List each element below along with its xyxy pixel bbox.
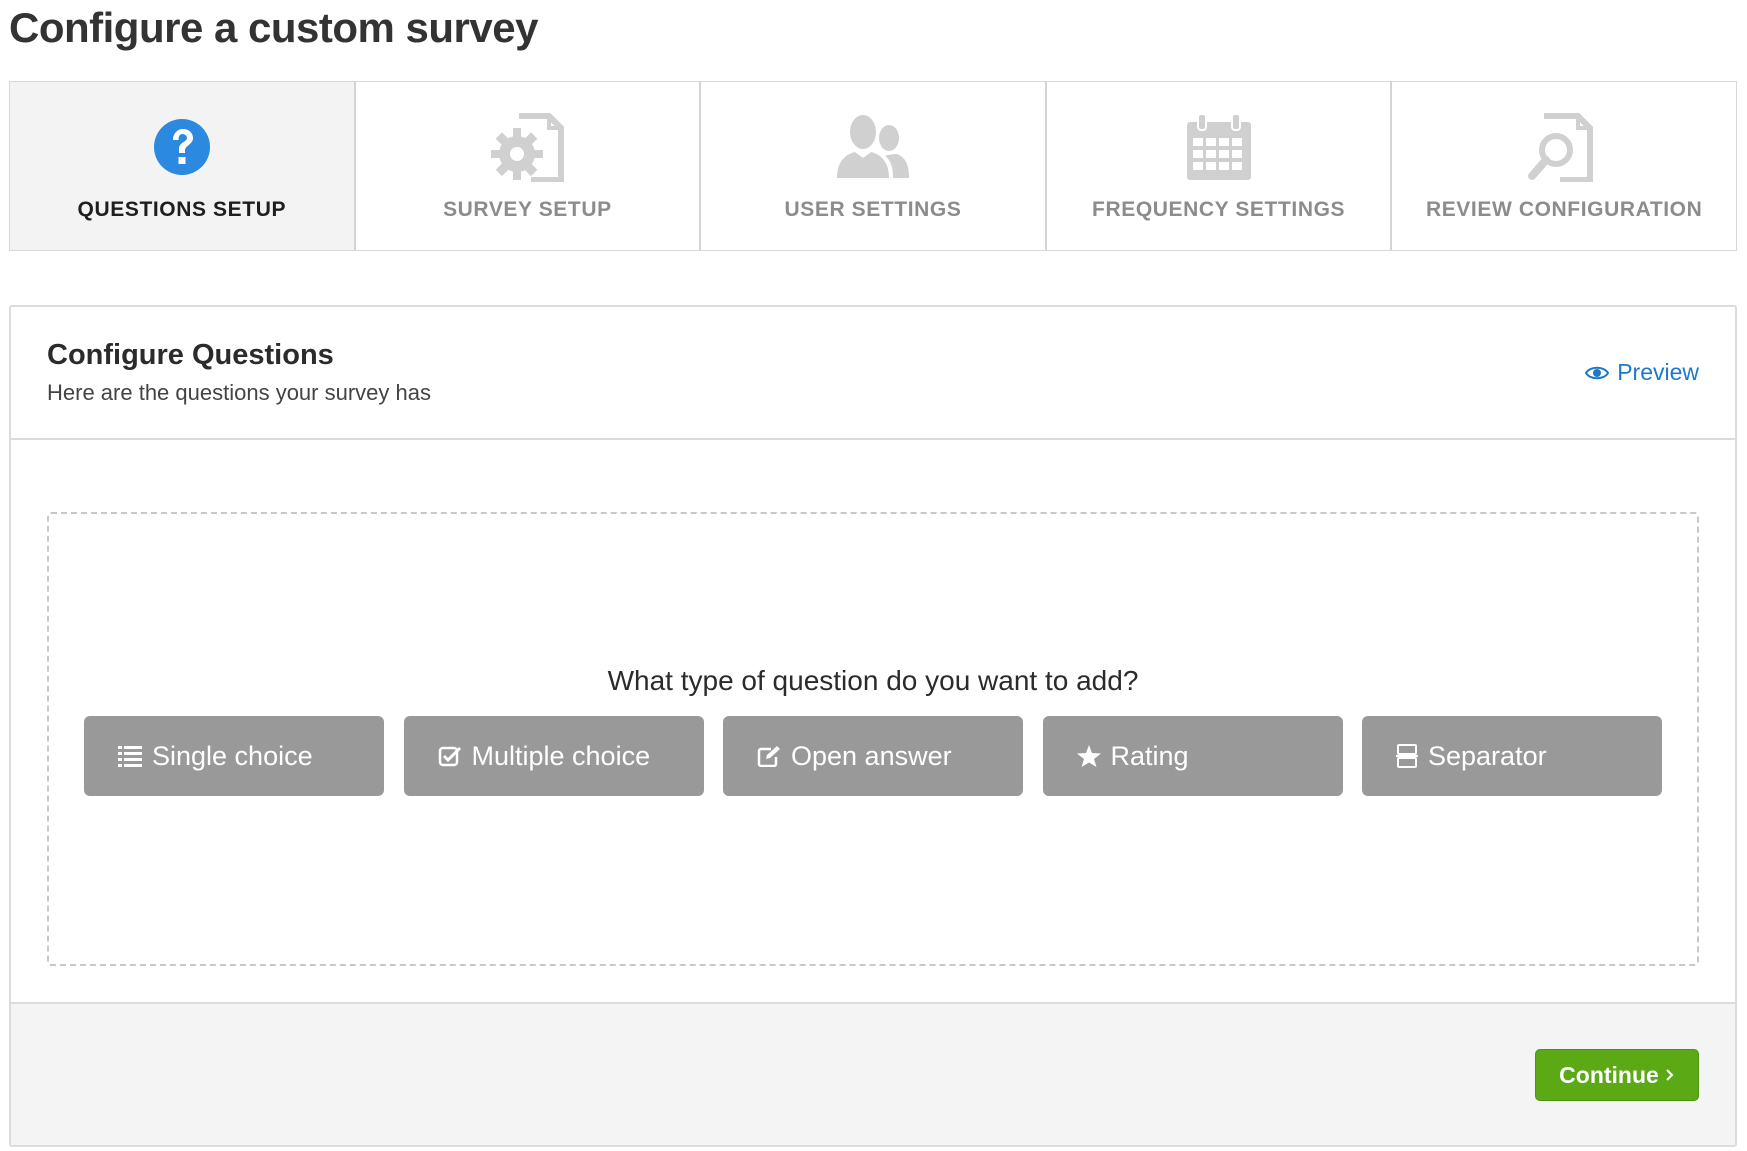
gear-document-icon	[487, 112, 567, 182]
step-label: REVIEW CONFIGURATION	[1425, 198, 1703, 221]
panel-title: Configure Questions	[47, 339, 334, 371]
rating-label: Rating	[1110, 740, 1189, 771]
chevron-right-icon	[1666, 1069, 1674, 1081]
question-circle-icon	[142, 112, 222, 182]
wizard-steps: QUESTIONS SETUP SURVEY SETUP USER SETTIN…	[9, 81, 1737, 251]
continue-label: Continue	[1559, 1061, 1659, 1088]
question-dropzone: What type of question do you want to add…	[47, 512, 1699, 966]
step-survey-setup[interactable]: SURVEY SETUP	[353, 82, 700, 250]
multiple-choice-label: Multiple choice	[471, 740, 651, 771]
open-answer-button[interactable]: Open answer	[723, 716, 1023, 796]
separator-button[interactable]: Separator	[1362, 716, 1662, 796]
eye-icon	[1585, 366, 1610, 379]
edit-icon	[757, 746, 780, 767]
separator-label: Separator	[1428, 740, 1547, 771]
preview-label: Preview	[1617, 359, 1699, 385]
configure-questions-panel: Configure Questions Here are the questio…	[9, 305, 1737, 1147]
step-label: USER SETTINGS	[784, 198, 962, 221]
checkbox-icon	[438, 746, 461, 767]
continue-button[interactable]: Continue	[1535, 1049, 1699, 1101]
step-label: QUESTIONS SETUP	[77, 198, 287, 221]
step-review-configuration[interactable]: REVIEW CONFIGURATION	[1390, 82, 1736, 250]
users-icon	[833, 112, 913, 182]
question-type-buttons: Single choice Multiple choice Open answe…	[84, 716, 1662, 796]
step-frequency-settings[interactable]: FREQUENCY SETTINGS	[1044, 82, 1391, 250]
calendar-icon	[1179, 112, 1259, 182]
step-label: FREQUENCY SETTINGS	[1092, 198, 1346, 221]
star-icon	[1076, 745, 1101, 767]
single-choice-button[interactable]: Single choice	[84, 716, 384, 796]
search-document-icon	[1524, 112, 1604, 182]
step-label: SURVEY SETUP	[443, 198, 612, 221]
question-type-prompt: What type of question do you want to add…	[607, 665, 1139, 696]
list-icon	[118, 746, 142, 767]
rating-button[interactable]: Rating	[1042, 716, 1343, 796]
open-answer-label: Open answer	[791, 740, 952, 771]
panel-header: Configure Questions Here are the questio…	[11, 307, 1735, 440]
panel-footer: Continue	[11, 1002, 1735, 1145]
separator-icon	[1396, 744, 1418, 768]
page-title: Configure a custom survey	[9, 4, 538, 51]
panel-subtitle: Here are the questions your survey has	[47, 380, 431, 405]
single-choice-label: Single choice	[152, 740, 313, 771]
preview-link[interactable]: Preview	[1585, 359, 1699, 386]
multiple-choice-button[interactable]: Multiple choice	[403, 716, 704, 796]
step-questions-setup[interactable]: QUESTIONS SETUP	[10, 82, 354, 250]
step-user-settings[interactable]: USER SETTINGS	[699, 82, 1045, 250]
